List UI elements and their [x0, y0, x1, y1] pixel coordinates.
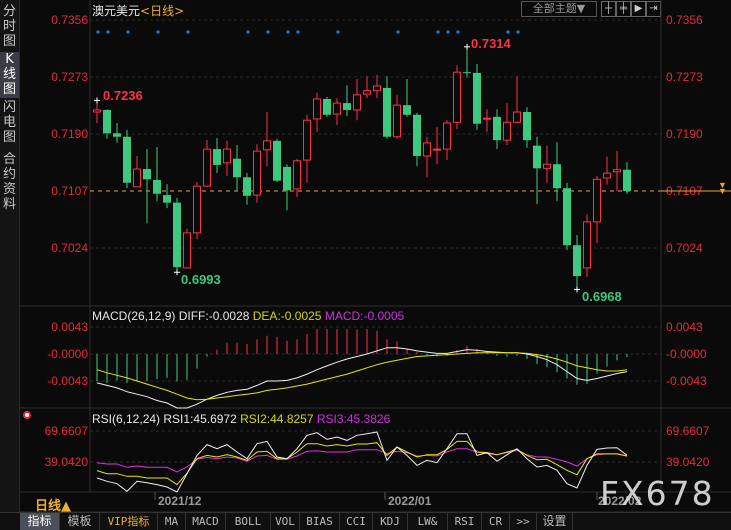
candle-body-down	[123, 136, 131, 183]
candle-body-up	[583, 221, 591, 269]
candle-body-up	[593, 178, 601, 223]
candle-body-up	[333, 102, 341, 115]
candle-body-down	[173, 202, 181, 268]
event-marker-dot	[336, 30, 340, 34]
candle-body-down	[403, 105, 411, 115]
candle-body-up	[503, 121, 511, 141]
event-marker-dot	[266, 30, 270, 34]
toolbar-tab-vol[interactable]: VOL	[271, 513, 300, 530]
event-marker-dot	[156, 30, 160, 34]
candle-body-down	[343, 103, 351, 110]
date-label: 2022/01	[388, 494, 432, 508]
candle-body-down	[213, 149, 221, 165]
candle-body-up	[353, 94, 361, 111]
candle-body-down	[113, 133, 121, 137]
event-marker-dot	[446, 30, 450, 34]
candle-body-down	[143, 169, 151, 180]
candle-body-up	[133, 168, 141, 188]
candle-body-up	[363, 90, 371, 95]
candle-body-up	[253, 150, 261, 196]
candle-body-down	[163, 195, 171, 203]
candle-body-down	[623, 169, 631, 191]
toolbar-tab-cci[interactable]: CCI	[340, 513, 373, 530]
toolbar-tab-boll[interactable]: BOLL	[226, 513, 271, 530]
candle-body-up	[443, 122, 451, 150]
candle-body-down	[553, 164, 561, 189]
event-marker-dot	[516, 30, 520, 34]
toolbar-tab-vip[interactable]: VIP指标	[100, 513, 158, 530]
candle-body-up	[433, 148, 441, 151]
candle-body-up	[303, 119, 311, 161]
toolbar-tab-indicators[interactable]: 指标	[20, 513, 60, 530]
candle-body-down	[103, 109, 111, 134]
toolbar-tab-kdj[interactable]: KDJ	[373, 513, 408, 530]
event-marker-dot	[186, 30, 190, 34]
kline-chart[interactable]	[0, 0, 731, 512]
event-marker-dot	[506, 30, 510, 34]
candle-body-up	[293, 160, 301, 190]
candle-body-down	[523, 112, 531, 141]
candle-body-up	[203, 148, 211, 187]
watermark-logo: FX678	[600, 474, 715, 513]
event-marker-dot	[96, 30, 100, 34]
candle-body-up	[453, 71, 461, 123]
candle-body-down	[283, 166, 291, 191]
candle-body-up	[93, 109, 101, 113]
candle-body-down	[243, 177, 251, 196]
event-marker-dot	[396, 30, 400, 34]
candle-body-down	[463, 72, 471, 74]
toolbar-tab-rsi[interactable]: RSI	[448, 513, 482, 530]
candle-body-up	[223, 148, 231, 164]
candle-body-down	[533, 145, 541, 169]
date-label: 2021/12	[158, 494, 202, 508]
toolbar-tab-cr[interactable]: CR	[482, 513, 510, 530]
indicator-toolbar: 指标 模板 VIP指标 MA MACD BOLL VOL BIAS CCI KD…	[0, 512, 731, 530]
candle-body-up	[263, 140, 271, 151]
candle-body-down	[493, 116, 501, 141]
candle-body-up	[603, 172, 611, 179]
candle-body-up	[313, 98, 321, 120]
candle-body-down	[473, 72, 481, 124]
event-marker-dot	[126, 30, 130, 34]
candle-body-up	[483, 117, 491, 120]
candle-body-up	[183, 232, 191, 269]
candle-body-down	[233, 158, 241, 178]
candle-body-down	[323, 98, 331, 115]
event-marker-dot	[296, 30, 300, 34]
toolbar-settings[interactable]: 设置	[537, 513, 573, 530]
high-annotation: 0.7314	[471, 36, 511, 51]
rsi3-line	[96, 448, 628, 473]
high-annotation: 0.7236	[103, 88, 143, 103]
candle-body-down	[413, 114, 421, 156]
candle-body-up	[193, 185, 201, 234]
toolbar-tab-ma[interactable]: MA	[158, 513, 186, 530]
event-marker-dot	[456, 30, 460, 34]
candle-body-down	[383, 87, 391, 137]
event-marker-dot	[436, 30, 440, 34]
candle-body-down	[573, 245, 581, 277]
candle-body-down	[563, 188, 571, 246]
candle-body-up	[613, 169, 621, 173]
event-marker-dot	[106, 30, 110, 34]
candle-body-down	[273, 140, 281, 181]
candle-body-up	[373, 85, 381, 92]
low-annotation: 0.6993	[181, 272, 221, 287]
candle-body-up	[423, 142, 431, 157]
rsi2-line	[96, 440, 628, 486]
candle-body-down	[153, 180, 161, 194]
event-marker-dot	[246, 30, 250, 34]
toolbar-tab-templates[interactable]: 模板	[60, 513, 100, 530]
candle-body-up	[513, 111, 521, 123]
toolbar-tab-lwr[interactable]: LW&	[408, 513, 448, 530]
toolbar-tab-macd[interactable]: MACD	[186, 513, 226, 530]
toolbar-tab-bias[interactable]: BIAS	[300, 513, 340, 530]
candle-body-up	[543, 163, 551, 169]
toolbar-more-button[interactable]: >>	[510, 513, 537, 530]
low-annotation: 0.6968	[582, 289, 622, 304]
event-marker-dot	[286, 30, 290, 34]
candle-body-up	[393, 104, 401, 138]
